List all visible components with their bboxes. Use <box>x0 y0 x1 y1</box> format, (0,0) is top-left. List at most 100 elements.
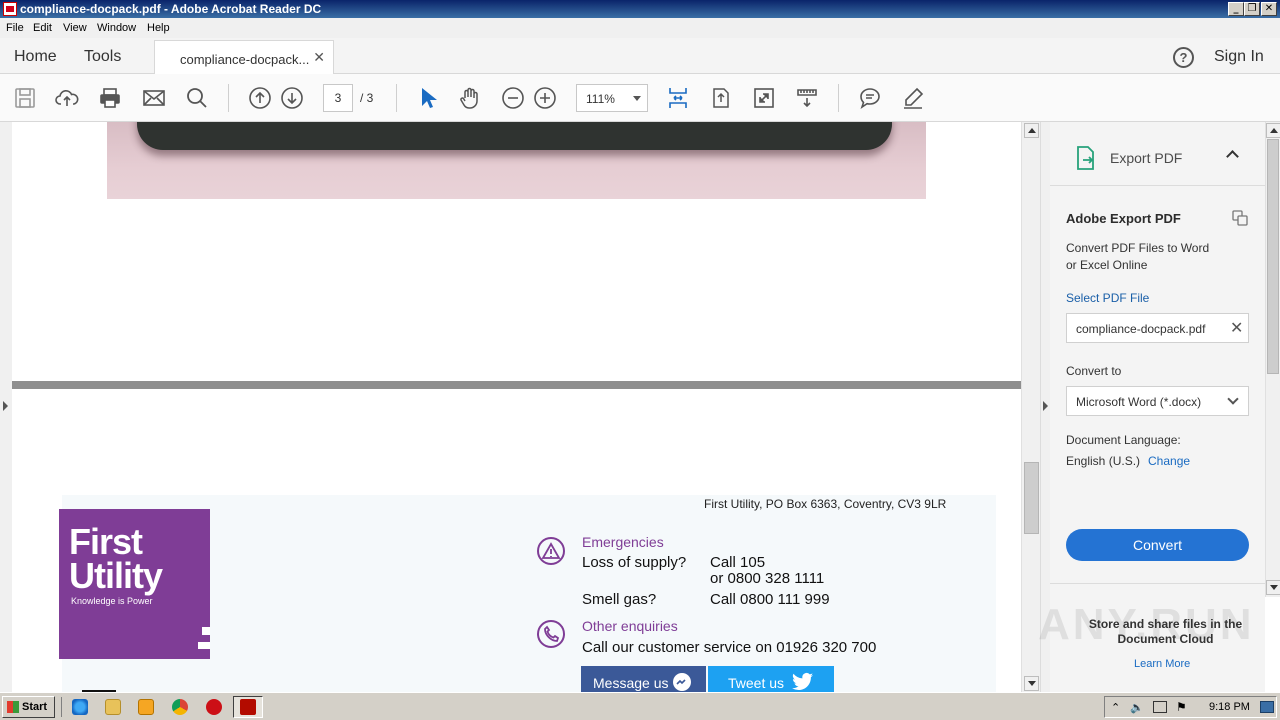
cloud-upload-icon[interactable] <box>55 86 79 110</box>
volume-icon[interactable]: 🔈 <box>1130 701 1144 714</box>
clock: 9:18 PM <box>1209 701 1250 713</box>
toolbar: 3 / 3 111% <box>0 74 1280 122</box>
email-icon[interactable] <box>142 86 166 110</box>
message-us-button[interactable]: Message us <box>581 666 706 692</box>
rotate-page-icon[interactable] <box>709 86 733 110</box>
highlight-pen-icon[interactable] <box>901 86 925 110</box>
fit-page-icon[interactable] <box>666 86 690 110</box>
page-number-input[interactable]: 3 <box>323 84 353 112</box>
chevron-down-icon <box>1227 393 1239 405</box>
collapse-right-icon <box>1043 401 1048 411</box>
selected-file-name: compliance-docpack.pdf <box>1076 322 1206 336</box>
document-scroll-thumb[interactable] <box>1024 462 1039 534</box>
chevron-down-icon <box>633 96 641 101</box>
logo-line-2: Utility <box>69 555 163 596</box>
title-bar: compliance-docpack.pdf - Adobe Acrobat R… <box>0 0 1280 18</box>
scroll-up-icon[interactable] <box>1024 123 1039 138</box>
next-page-icon[interactable] <box>280 86 304 110</box>
company-address: First Utility, PO Box 6363, Coventry, CV… <box>704 497 947 511</box>
network-icon[interactable] <box>1153 701 1167 713</box>
help-icon[interactable]: ? <box>1173 47 1194 68</box>
hand-tool-icon[interactable] <box>458 86 482 110</box>
scroll-mode-icon[interactable] <box>795 86 819 110</box>
tab-tools[interactable]: Tools <box>84 48 121 66</box>
menu-file[interactable]: File <box>6 22 24 34</box>
chrome-icon[interactable] <box>172 699 188 715</box>
save-icon[interactable] <box>13 86 37 110</box>
pane-scroll-thumb[interactable] <box>1267 139 1279 374</box>
format-select[interactable]: Microsoft Word (*.docx) <box>1066 386 1249 416</box>
document-language-label: Document Language: <box>1066 433 1181 447</box>
restore-button[interactable]: ❐ <box>1244 2 1260 16</box>
start-label: Start <box>22 701 48 713</box>
pane-divider <box>1050 583 1265 584</box>
file-explorer-icon[interactable] <box>105 699 121 715</box>
pane-scroll-down-icon[interactable] <box>1266 580 1280 595</box>
expand-left-icon <box>3 401 8 411</box>
convert-button[interactable]: Convert <box>1066 529 1249 561</box>
emergencies-heading: Emergencies <box>582 534 664 550</box>
smell-gas-label: Smell gas? <box>582 591 657 608</box>
zoom-in-icon[interactable] <box>533 86 557 110</box>
pane-scroll-up-icon[interactable] <box>1266 123 1280 138</box>
export-description-line-1: Convert PDF Files to Word <box>1066 241 1210 255</box>
learn-more-link[interactable]: Learn More <box>1134 658 1190 670</box>
close-button[interactable]: ✕ <box>1261 2 1277 16</box>
export-pdf-header[interactable]: Export PDF <box>1050 122 1265 186</box>
tweet-us-button[interactable]: Tweet us <box>708 666 834 692</box>
remove-file-icon[interactable]: ✕ <box>1230 320 1243 336</box>
message-us-label: Message us <box>593 675 669 691</box>
left-pane-toggle[interactable] <box>0 122 12 692</box>
zoom-out-icon[interactable] <box>501 86 525 110</box>
tab-document[interactable]: compliance-docpack... ✕ <box>154 40 334 75</box>
acrobat-taskbar-button[interactable] <box>233 696 263 718</box>
selected-file-field[interactable]: compliance-docpack.pdf ✕ <box>1066 313 1249 343</box>
taskbar-separator <box>61 697 62 717</box>
full-screen-icon[interactable] <box>752 86 776 110</box>
close-tab-icon[interactable]: ✕ <box>313 50 325 66</box>
menu-help[interactable]: Help <box>147 22 170 34</box>
minimize-button[interactable]: _ <box>1228 2 1244 16</box>
internet-explorer-icon[interactable] <box>72 699 88 715</box>
taskbar: Start ⌃ 🔈 ⚑ 9:18 PM <box>0 692 1280 720</box>
zoom-value: 111% <box>586 92 615 106</box>
select-pdf-file-label: Select PDF File <box>1066 291 1150 305</box>
zoom-select[interactable]: 111% <box>576 84 648 112</box>
export-pdf-pane: Export PDF Adobe Export PDF Convert PDF … <box>1038 122 1265 692</box>
search-icon[interactable] <box>185 86 209 110</box>
change-language-link[interactable]: Change <box>1148 454 1190 468</box>
document-photo <box>107 122 926 199</box>
document-cloud-promo: Store and share files in the Document Cl… <box>1088 617 1243 646</box>
action-center-flag-icon[interactable]: ⚑ <box>1176 700 1187 714</box>
previous-page-icon[interactable] <box>248 86 272 110</box>
windows-flag-icon <box>7 701 19 713</box>
logo-notch <box>198 642 210 649</box>
opera-icon[interactable] <box>206 699 222 715</box>
print-icon[interactable] <box>98 86 122 110</box>
select-cursor-icon[interactable] <box>416 86 440 110</box>
system-tray: ⌃ 🔈 ⚑ 9:18 PM <box>1104 696 1277 718</box>
copy-icon[interactable] <box>1232 210 1248 226</box>
window-title: compliance-docpack.pdf - Adobe Acrobat R… <box>20 2 322 16</box>
document-viewport[interactable]: First Utility, PO Box 6363, Coventry, CV… <box>0 122 1040 692</box>
pane-scrollbar[interactable] <box>1265 122 1280 597</box>
sign-in-link[interactable]: Sign In <box>1214 48 1264 66</box>
media-player-icon[interactable] <box>138 699 154 715</box>
show-desktop-icon[interactable] <box>1260 701 1274 713</box>
contact-flyer: First Utility, PO Box 6363, Coventry, CV… <box>59 495 996 692</box>
smell-gas-call: Call 0800 111 999 <box>710 591 830 608</box>
scroll-down-icon[interactable] <box>1024 676 1039 691</box>
chevron-up-icon[interactable] <box>1226 150 1239 163</box>
tray-expand-icon[interactable]: ⌃ <box>1111 701 1120 714</box>
logo-tagline: Knowledge is Power <box>71 596 153 606</box>
start-button[interactable]: Start <box>2 696 55 718</box>
menu-view[interactable]: View <box>63 22 87 34</box>
first-utility-logo: First Utility Knowledge is Power <box>59 509 210 659</box>
comment-icon[interactable] <box>858 86 882 110</box>
menu-edit[interactable]: Edit <box>33 22 52 34</box>
export-description-line-2: or Excel Online <box>1066 258 1148 272</box>
tab-home[interactable]: Home <box>14 48 57 66</box>
loss-of-supply-label: Loss of supply? <box>582 554 687 571</box>
menu-window[interactable]: Window <box>97 22 136 34</box>
toolbar-separator <box>228 84 229 112</box>
